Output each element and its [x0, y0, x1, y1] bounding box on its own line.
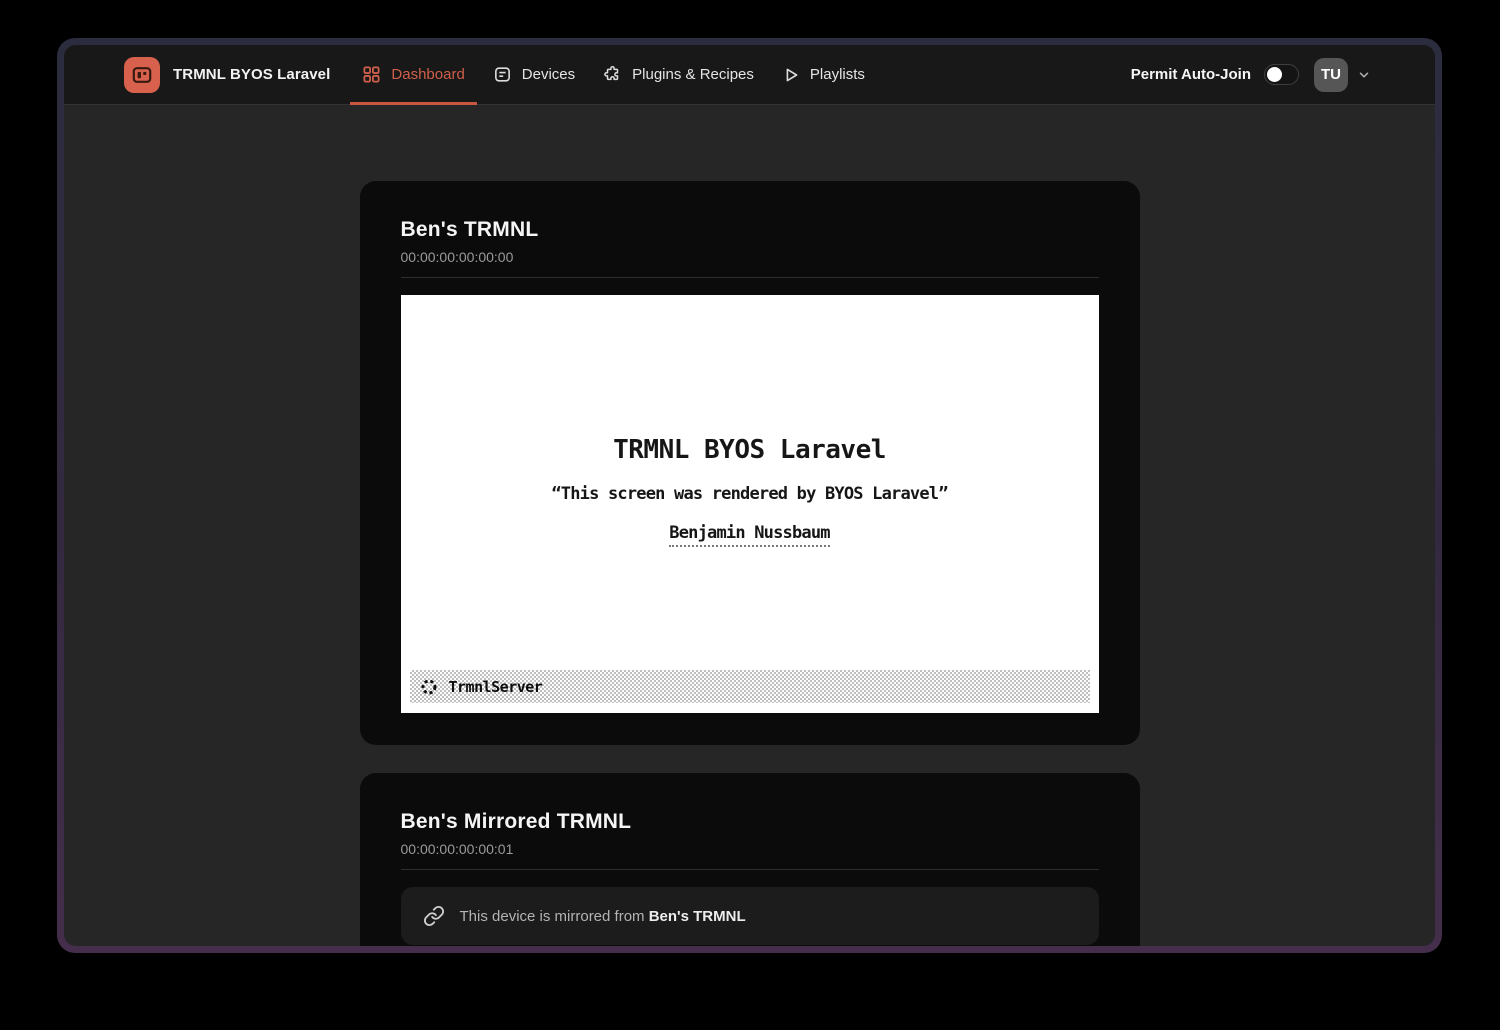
nav-item-label: Playlists — [810, 66, 865, 83]
main-content: Ben's TRMNL 00:00:00:00:00:00 TRMNL BYOS… — [64, 105, 1435, 946]
mirror-notice-prefix: This device is mirrored from — [460, 908, 649, 925]
screen-title: TRMNL BYOS Laravel — [401, 435, 1099, 465]
app-window-frame: TRMNL BYOS Laravel Dashboard — [57, 38, 1442, 953]
grid-icon — [362, 65, 381, 84]
mirror-notice: This device is mirrored from Ben's TRMNL — [401, 887, 1099, 945]
device-card-bens-trmnl: Ben's TRMNL 00:00:00:00:00:00 TRMNL BYOS… — [360, 181, 1140, 745]
device-card-bens-mirrored-trmnl: Ben's Mirrored TRMNL 00:00:00:00:00:01 T… — [360, 773, 1140, 946]
chevron-down-icon[interactable] — [1357, 68, 1371, 82]
navbar-right: Permit Auto-Join TU — [1131, 45, 1371, 104]
screen-status-bar: TrmnlServer — [410, 670, 1090, 703]
device-mac-address: 00:00:00:00:00:00 — [401, 249, 1099, 265]
toggle-knob — [1267, 67, 1282, 82]
device-screen-preview: TRMNL BYOS Laravel “This screen was rend… — [401, 295, 1099, 713]
nav-item-label: Plugins & Recipes — [632, 66, 754, 83]
brand: TRMNL BYOS Laravel — [124, 45, 330, 104]
nav-item-playlists[interactable]: Playlists — [770, 45, 877, 104]
link-icon — [423, 905, 445, 927]
mirror-notice-text: This device is mirrored from Ben's TRMNL — [460, 908, 746, 925]
device-name: Ben's TRMNL — [401, 218, 1099, 242]
user-avatar[interactable]: TU — [1314, 58, 1348, 92]
device-name: Ben's Mirrored TRMNL — [401, 810, 1099, 834]
play-icon — [782, 66, 800, 84]
app-window: TRMNL BYOS Laravel Dashboard — [64, 45, 1435, 946]
screen-status-label: TrmnlServer — [449, 678, 543, 696]
top-navbar: TRMNL BYOS Laravel Dashboard — [64, 45, 1435, 105]
mirror-source-device: Ben's TRMNL — [649, 908, 746, 925]
app-title: TRMNL BYOS Laravel — [173, 66, 330, 83]
card-divider — [401, 277, 1099, 278]
permit-auto-join-label: Permit Auto-Join — [1131, 66, 1251, 83]
device-mac-address: 00:00:00:00:00:01 — [401, 841, 1099, 857]
spinner-icon — [420, 678, 438, 696]
device-list-icon — [493, 65, 512, 84]
main-nav: Dashboard Devices — [350, 45, 881, 104]
screen-content: TRMNL BYOS Laravel “This screen was rend… — [401, 295, 1099, 547]
trmnl-logo-icon — [124, 57, 160, 93]
nav-item-devices[interactable]: Devices — [481, 45, 587, 104]
card-divider — [401, 869, 1099, 870]
puzzle-icon — [603, 65, 622, 84]
nav-item-plugins[interactable]: Plugins & Recipes — [591, 45, 766, 104]
nav-item-label: Devices — [522, 66, 575, 83]
screen-author: Benjamin Nussbaum — [669, 523, 829, 547]
nav-item-dashboard[interactable]: Dashboard — [350, 45, 476, 104]
screen-quote: “This screen was rendered by BYOS Larave… — [401, 484, 1099, 504]
nav-item-label: Dashboard — [391, 66, 464, 83]
permit-auto-join-toggle[interactable] — [1264, 64, 1299, 85]
